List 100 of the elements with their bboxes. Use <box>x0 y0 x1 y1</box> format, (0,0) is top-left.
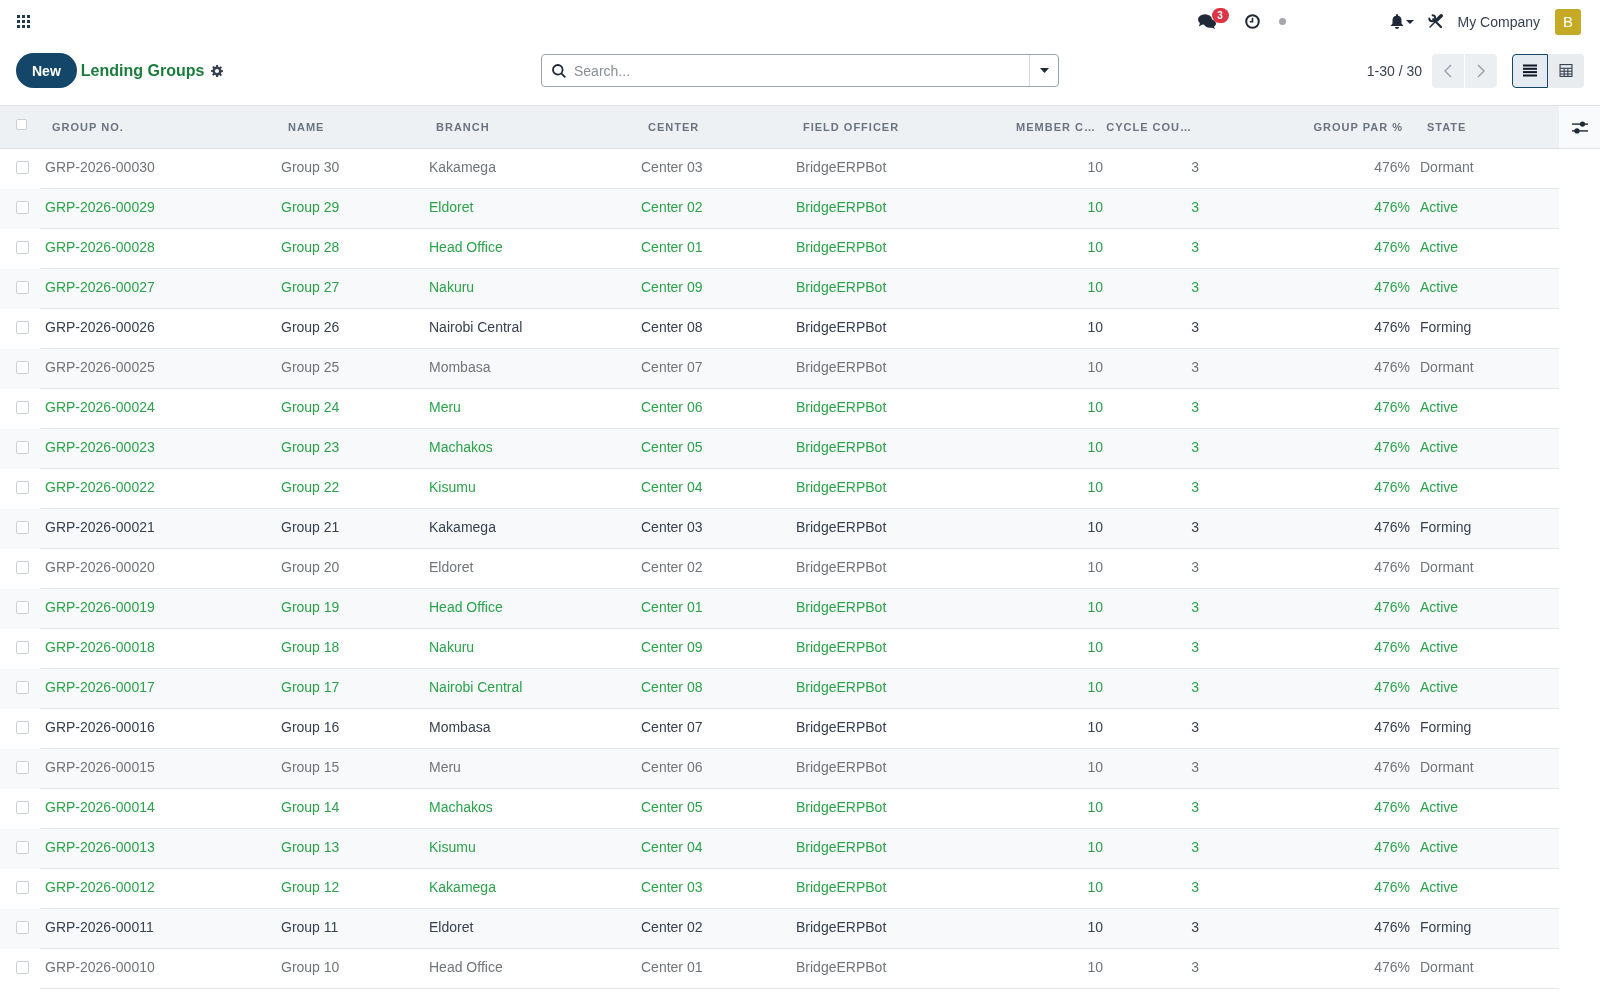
table-cell: BridgeERPBot <box>796 479 887 495</box>
row-checkbox[interactable] <box>16 201 29 214</box>
row-checkbox[interactable] <box>16 761 29 774</box>
table-cell: Kisumu <box>429 839 476 855</box>
table-cell: Dormant <box>1420 159 1474 175</box>
table-cell: BridgeERPBot <box>796 919 887 935</box>
row-checkbox[interactable] <box>16 401 29 414</box>
table-cell: Nakuru <box>429 279 475 295</box>
row-checkbox[interactable] <box>16 881 29 894</box>
table-cell: 3 <box>1191 599 1199 615</box>
gear-icon[interactable] <box>211 64 224 77</box>
row-checkbox[interactable] <box>16 841 29 854</box>
table-cell: Dormant <box>1420 559 1474 575</box>
table-cell: GRP-2026-00026 <box>45 319 155 335</box>
table-cell: 476% <box>1374 839 1410 855</box>
table-cell: Center 08 <box>641 679 703 695</box>
table-cell: Center 04 <box>641 839 703 855</box>
row-checkbox[interactable] <box>16 521 29 534</box>
next-page-button[interactable] <box>1465 53 1497 88</box>
company-switcher[interactable]: My Company <box>1457 13 1540 30</box>
row-checkbox[interactable] <box>16 361 29 374</box>
row-checkbox[interactable] <box>16 961 29 974</box>
table-cell: Kisumu <box>429 479 476 495</box>
table-cell: 10 <box>1087 399 1103 415</box>
row-checkbox[interactable] <box>16 441 29 454</box>
row-checkbox[interactable] <box>16 321 29 334</box>
table-cell: Center 06 <box>641 759 703 775</box>
chevron-right-icon[interactable] <box>1477 63 1485 78</box>
table-cell: Center 08 <box>641 319 703 335</box>
table-cell: BridgeERPBot <box>796 759 887 775</box>
table-cell: GRP-2026-00028 <box>45 239 155 255</box>
table-cell: Active <box>1420 679 1459 695</box>
table-cell: GRP-2026-00023 <box>45 439 155 455</box>
table-cell: BridgeERPBot <box>796 319 887 335</box>
previous-page-button[interactable] <box>1432 53 1464 88</box>
table-cell: Group 20 <box>281 559 340 575</box>
row-checkbox[interactable] <box>16 681 29 694</box>
bell-icon[interactable] <box>1389 14 1404 29</box>
table-cell: Nakuru <box>429 639 475 655</box>
table-cell: Head Office <box>429 599 503 615</box>
row-checkbox[interactable] <box>16 161 29 174</box>
table-cell: 10 <box>1087 799 1103 815</box>
table-cell: Group 12 <box>281 879 340 895</box>
row-checkbox[interactable] <box>16 801 29 814</box>
table-cell: 476% <box>1374 799 1410 815</box>
row-checkbox[interactable] <box>16 921 29 934</box>
table-cell: 476% <box>1374 759 1410 775</box>
search-bar[interactable]: Search... <box>541 54 1059 87</box>
caret-down-icon[interactable] <box>1039 68 1049 73</box>
table-cell: Active <box>1420 479 1459 495</box>
list-view-button[interactable] <box>1512 53 1548 88</box>
table-cell: BridgeERPBot <box>796 159 887 175</box>
row-checkbox[interactable] <box>16 281 29 294</box>
caret-icon[interactable] <box>1405 19 1414 24</box>
chevron-left-icon[interactable] <box>1444 63 1452 78</box>
row-checkbox[interactable] <box>16 601 29 614</box>
wrench-screwdriver-icon[interactable] <box>1427 14 1443 29</box>
select-all-checkbox[interactable] <box>16 118 27 130</box>
search-input[interactable]: Search... <box>574 58 1029 83</box>
table-cell: Active <box>1420 399 1459 415</box>
table-cell: 476% <box>1374 279 1410 295</box>
row-checkbox[interactable] <box>16 561 29 574</box>
row-checkbox[interactable] <box>16 641 29 654</box>
pivot-view-button[interactable] <box>1548 53 1584 88</box>
table-cell: GRP-2026-00029 <box>45 199 155 215</box>
table-cell: 476% <box>1374 519 1410 535</box>
table-cell: Forming <box>1420 519 1472 535</box>
table-icon[interactable] <box>1559 64 1573 77</box>
table-cell: 476% <box>1374 359 1410 375</box>
table-cell: BridgeERPBot <box>796 239 887 255</box>
apps-grid-icon[interactable] <box>17 15 30 28</box>
page-title[interactable]: Lending Groups <box>80 61 205 80</box>
table-cell: 3 <box>1191 759 1199 775</box>
table-cell: Group 18 <box>281 639 340 655</box>
new-button[interactable]: New <box>16 53 77 88</box>
table-cell: GRP-2026-00013 <box>45 839 155 855</box>
list-icon[interactable] <box>1523 64 1537 77</box>
table-cell: Center 06 <box>641 399 703 415</box>
table-cell: GRP-2026-00012 <box>45 879 155 895</box>
table-cell: 476% <box>1374 479 1410 495</box>
table-cell: BridgeERPBot <box>796 639 887 655</box>
row-checkbox[interactable] <box>16 721 29 734</box>
table-cell: 10 <box>1087 719 1103 735</box>
table-cell: Center 03 <box>641 879 703 895</box>
table-cell: Meru <box>429 759 461 775</box>
user-avatar[interactable]: B <box>1555 8 1581 35</box>
row-checkbox[interactable] <box>16 241 29 254</box>
table-cell: BridgeERPBot <box>796 439 887 455</box>
table-cell: Eldoret <box>429 919 474 935</box>
table-cell: GRP-2026-00022 <box>45 479 155 495</box>
table-cell: Nairobi Central <box>429 319 523 335</box>
chat-bubbles-icon[interactable] <box>1197 14 1216 29</box>
table-cell: 476% <box>1374 159 1410 175</box>
table-cell: Meru <box>429 399 461 415</box>
row-checkbox[interactable] <box>16 481 29 494</box>
sliders-icon[interactable] <box>1571 120 1588 134</box>
pager-range[interactable]: 1-30 / 30 <box>1366 62 1422 79</box>
clock-icon[interactable] <box>1244 14 1260 29</box>
table-cell: Center 01 <box>641 599 703 615</box>
table-cell: BridgeERPBot <box>796 679 887 695</box>
